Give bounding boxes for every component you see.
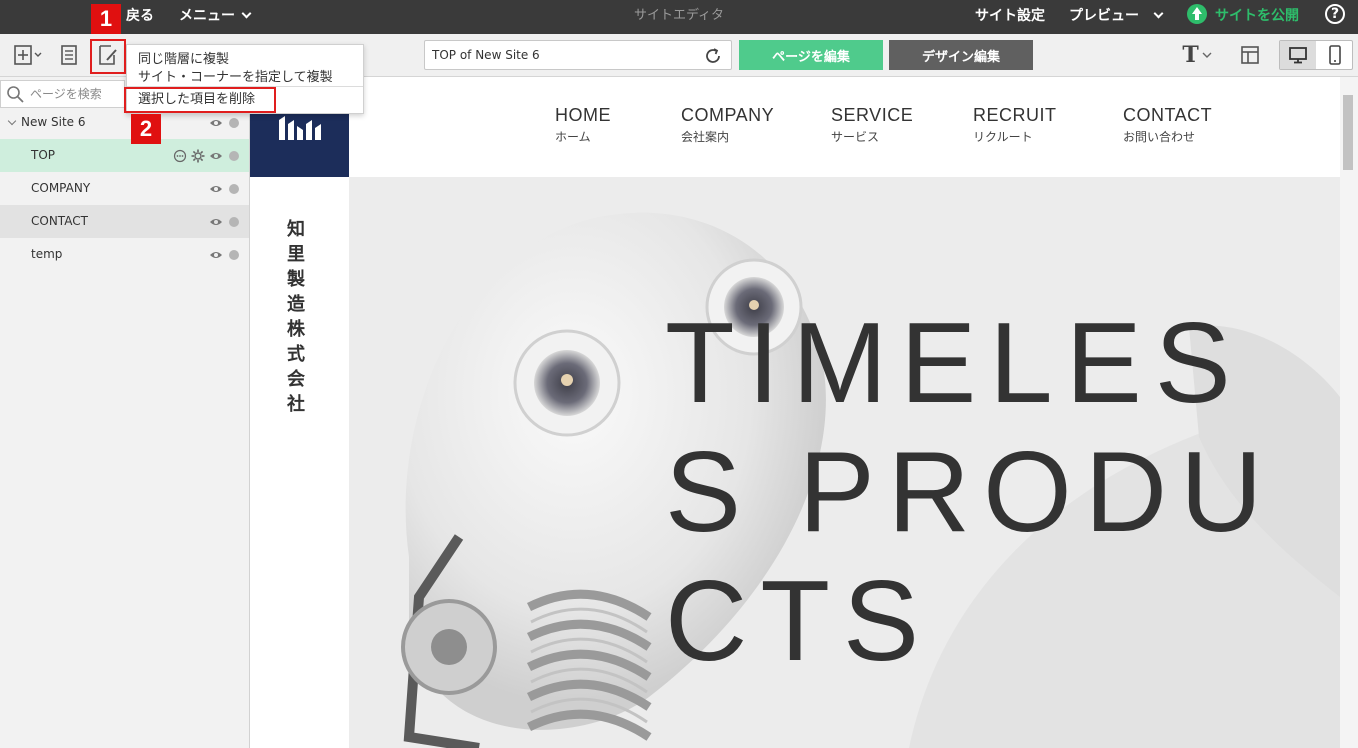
tree-item-label: temp bbox=[31, 247, 63, 261]
menu-label: メニュー bbox=[179, 8, 235, 24]
font-icon: T bbox=[1182, 42, 1199, 68]
page-tree-sidebar: New Site 6 TOP COMPANY CONTACT temp bbox=[0, 77, 250, 748]
tree-item-label: COMPANY bbox=[31, 181, 91, 195]
status-dot-icon bbox=[229, 150, 239, 161]
eye-icon[interactable] bbox=[209, 116, 223, 130]
eye-icon[interactable] bbox=[209, 182, 223, 196]
annotation-badge-1: 1 bbox=[91, 4, 121, 34]
site-nav-recruit[interactable]: RECRUIT リクルート bbox=[973, 105, 1057, 145]
page-search bbox=[0, 80, 125, 108]
tree-item-label: New Site 6 bbox=[21, 115, 86, 129]
design-edit-button[interactable]: デザイン編集 bbox=[889, 40, 1033, 70]
page-search-input[interactable] bbox=[30, 81, 124, 107]
scrollbar-thumb[interactable] bbox=[1343, 95, 1353, 170]
duplicate-to-site-item[interactable]: サイト・コーナーを指定して複製 bbox=[138, 66, 333, 85]
row-actions bbox=[209, 238, 241, 271]
preview-label: プレビュー bbox=[1069, 8, 1139, 24]
nav-label-en: SERVICE bbox=[831, 105, 914, 125]
publish-button[interactable]: サイトを公開 bbox=[1187, 0, 1299, 34]
tree-item-label: TOP bbox=[31, 148, 56, 162]
search-icon bbox=[7, 86, 24, 103]
menu-button[interactable]: メニュー bbox=[179, 0, 252, 34]
hero-section[interactable]: TIMELESS PRODUCTS bbox=[349, 177, 1340, 748]
delete-selected-item[interactable]: 選択した項目を削除 bbox=[124, 87, 276, 113]
annotation-highlight-1 bbox=[90, 39, 126, 74]
help-icon: ? bbox=[1325, 4, 1345, 24]
nav-label-en: RECRUIT bbox=[973, 105, 1057, 125]
desktop-icon bbox=[1289, 47, 1307, 64]
upload-icon bbox=[1187, 4, 1207, 24]
row-actions bbox=[173, 139, 241, 172]
hero-headline: TIMELESS PRODUCTS bbox=[665, 300, 1276, 685]
eye-icon[interactable] bbox=[209, 149, 223, 163]
back-label: 戻る bbox=[126, 8, 154, 24]
nav-label-ja: ホーム bbox=[555, 130, 591, 144]
eye-icon[interactable] bbox=[209, 215, 223, 229]
add-page-icon bbox=[14, 45, 42, 65]
chevron-down-icon bbox=[241, 8, 252, 19]
nav-label-ja: 会社案内 bbox=[681, 130, 730, 144]
gear-icon[interactable] bbox=[191, 149, 205, 163]
preview-scrollbar[interactable] bbox=[1340, 77, 1358, 748]
layout-icon bbox=[1241, 46, 1259, 64]
mobile-view-button[interactable] bbox=[1317, 41, 1353, 69]
reload-icon[interactable] bbox=[703, 46, 723, 66]
edit-dropdown-menu: 同じ階層に複製 サイト・コーナーを指定して複製 選択した項目を削除 bbox=[124, 44, 364, 114]
company-name-vertical: 知里製造株式会社 bbox=[287, 219, 305, 415]
chevron-down-icon bbox=[1153, 8, 1164, 19]
page-preview-canvas[interactable]: HOME ホーム COMPANY 会社案内 SERVICE サービス RECRU… bbox=[250, 77, 1358, 748]
tree-item-top[interactable]: TOP bbox=[0, 139, 249, 172]
back-button[interactable]: 戻る bbox=[126, 0, 154, 34]
chevron-down-icon bbox=[7, 116, 17, 126]
tree-item-company[interactable]: COMPANY bbox=[0, 172, 249, 205]
desktop-view-button[interactable] bbox=[1280, 41, 1316, 69]
device-switcher bbox=[1279, 40, 1353, 70]
top-bar: 戻る メニュー サイトエディタ サイト設定 プレビュー サイトを公開 ? bbox=[0, 0, 1358, 34]
annotation-badge-2: 2 bbox=[131, 114, 161, 144]
site-nav-company[interactable]: COMPANY 会社案内 bbox=[681, 105, 774, 145]
document-icon bbox=[61, 45, 77, 65]
layout-button[interactable] bbox=[1237, 42, 1263, 68]
row-actions bbox=[209, 205, 241, 238]
site-settings-button[interactable]: サイト設定 bbox=[975, 0, 1045, 34]
tree-item-contact[interactable]: CONTACT bbox=[0, 205, 249, 238]
site-nav-service[interactable]: SERVICE サービス bbox=[831, 105, 913, 145]
status-dot-icon bbox=[229, 117, 239, 128]
site-nav-home[interactable]: HOME ホーム bbox=[555, 105, 611, 145]
nav-label-en: CONTACT bbox=[1123, 105, 1213, 125]
status-dot-icon bbox=[229, 249, 239, 260]
nav-label-ja: サービス bbox=[831, 130, 880, 144]
help-button[interactable]: ? bbox=[1325, 0, 1345, 34]
row-actions bbox=[209, 172, 241, 205]
status-dot-icon bbox=[229, 183, 239, 194]
more-options-icon[interactable] bbox=[173, 149, 187, 163]
eye-icon[interactable] bbox=[209, 248, 223, 262]
edit-page-button[interactable]: ページを編集 bbox=[739, 40, 883, 70]
mobile-icon bbox=[1329, 45, 1341, 65]
url-bar bbox=[424, 40, 732, 70]
tree-item-label: CONTACT bbox=[31, 214, 88, 228]
tree-item-temp[interactable]: temp bbox=[0, 238, 249, 271]
url-input[interactable] bbox=[432, 41, 692, 69]
add-page-button[interactable] bbox=[12, 42, 44, 68]
duplicate-same-level-item[interactable]: 同じ階層に複製 bbox=[138, 48, 229, 67]
nav-label-en: COMPANY bbox=[681, 105, 775, 125]
publish-label: サイトを公開 bbox=[1215, 8, 1299, 24]
nav-label-ja: リクルート bbox=[973, 130, 1033, 144]
page-properties-button[interactable] bbox=[56, 42, 82, 68]
preview-button[interactable]: プレビュー bbox=[1069, 0, 1164, 34]
nav-label-ja: お問い合わせ bbox=[1123, 130, 1196, 144]
status-dot-icon bbox=[229, 216, 239, 227]
site-nav-contact[interactable]: CONTACT お問い合わせ bbox=[1123, 105, 1212, 145]
font-settings-button[interactable]: T bbox=[1180, 42, 1214, 68]
logo-mark-icon bbox=[279, 116, 321, 140]
nav-label-en: HOME bbox=[555, 105, 611, 125]
chevron-down-icon bbox=[1202, 52, 1212, 58]
